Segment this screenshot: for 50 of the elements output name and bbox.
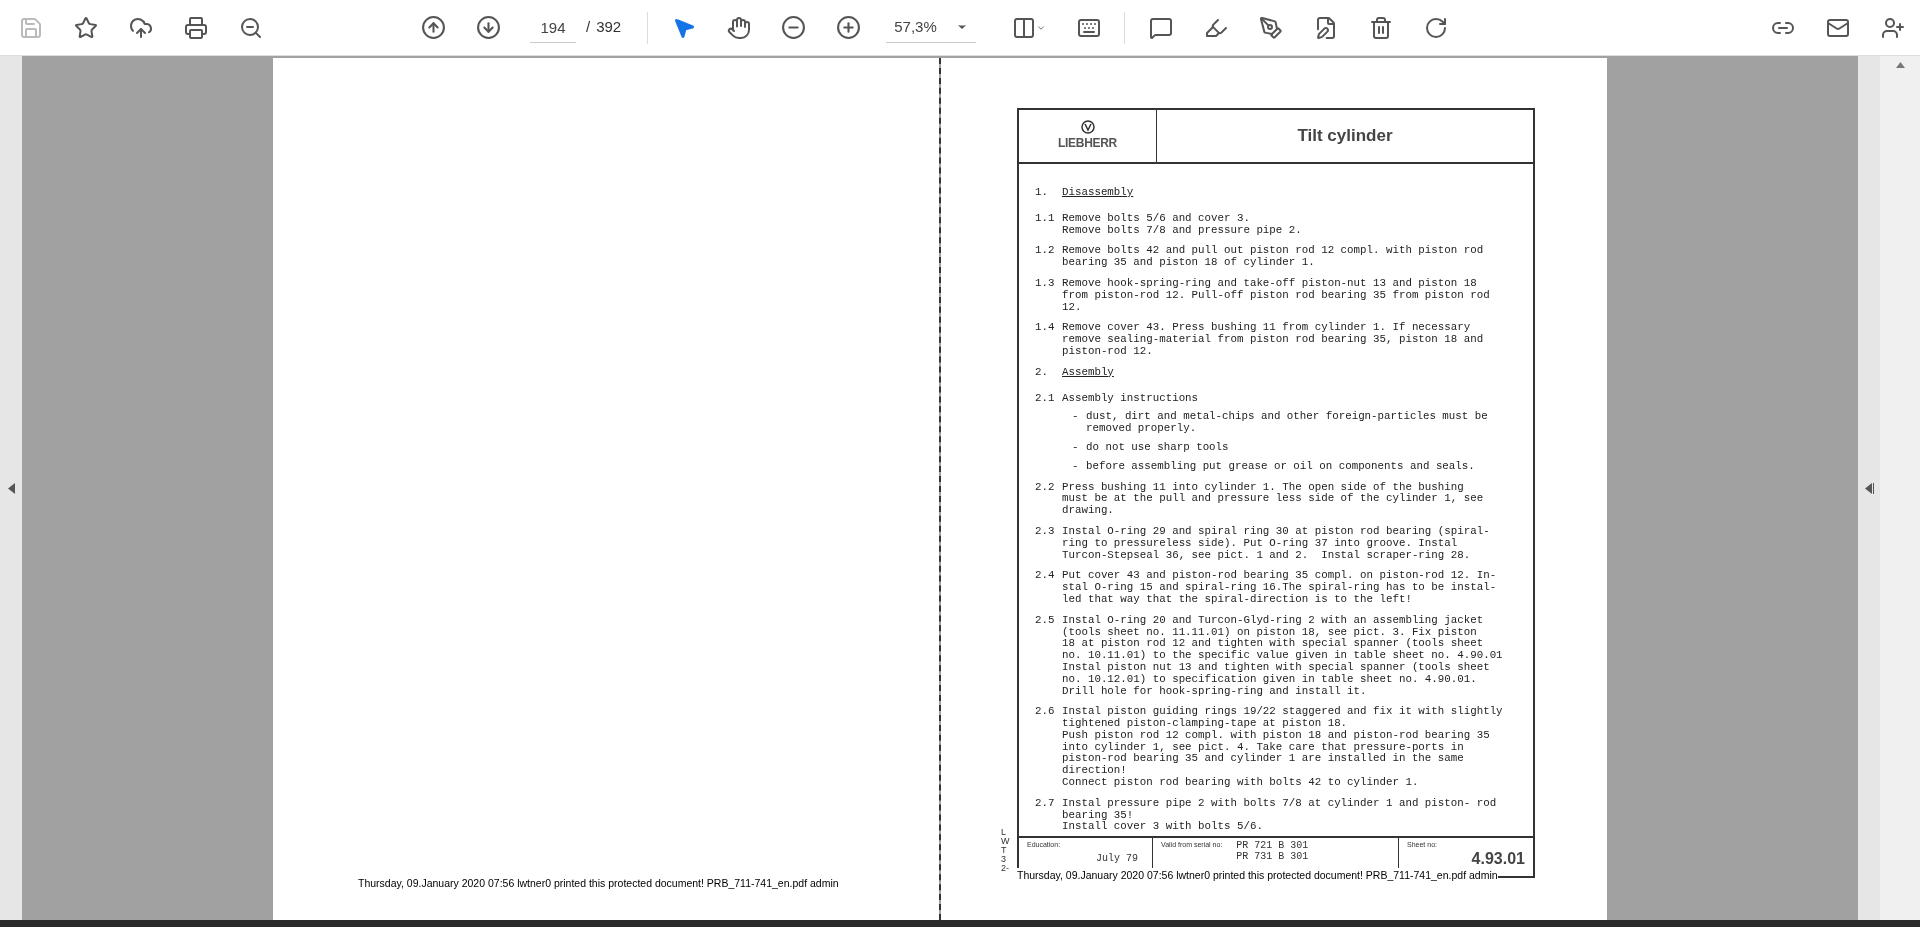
step-number: 2.5 <box>1035 614 1056 628</box>
collapse-right-icon[interactable] <box>1864 482 1874 494</box>
step-text: Assembly instructions <box>1062 392 1200 405</box>
bullet-text: before assembling put grease or oil on components and seals. <box>1086 460 1475 473</box>
step-text: Remove hook-spring-ring and take-off piston-nut 13 and piston 18 from piston-rod 12. Pull-off piston rod bearing 35 from piston rod 12. <box>1062 278 1490 314</box>
zoom-dropdown[interactable]: 57,3% <box>886 12 977 43</box>
bullet-text: dust, dirt and metal-chips and other foreign-particles must be removed properly. <box>1086 411 1488 435</box>
scrollbar[interactable] <box>1880 56 1920 920</box>
bullet-marker: - <box>1072 411 1080 425</box>
bullet-marker: - <box>1072 441 1080 454</box>
print-notice: Thursday, 09.January 2020 07:56 lwtner0 printed this protected document! PRB_711-741_en.pdf admin <box>1017 868 1498 884</box>
step-number: 1.3 <box>1035 278 1056 291</box>
section-number: 2. <box>1035 366 1049 379</box>
step-text: Press bushing 11 into cylinder 1. The open side of the bushing must be at the pull and pressure less side of the cylinder 1, see drawing. <box>1062 481 1484 517</box>
serial-number: PR 721 B 301 <box>1236 840 1309 851</box>
step-text: Instal O-ring 29 and spiral ring 30 at piston rod bearing (spiral- ring to pressureless side). Put O-ring 37 into groove. Instal Turcon-Stepseal 36, see pict. 1 and 2. Instal scraper-ring 28. <box>1062 525 1490 562</box>
step-number: 2.1 <box>1035 392 1056 406</box>
page-total: 392 <box>596 17 622 38</box>
step-number: 2.4 <box>1035 570 1056 584</box>
step-number: 1.1 <box>1035 212 1056 226</box>
step-text: Instal O-ring 20 and Turcon-Glyd-ring 2 with an assembling jacket (tools sheet no. 11.11.01) on piston 18, see pict. 3. Fix piston 18 at piston rod 12 and tighten with special spanner (tools sheet no. 10.11.01) to the specific value given in table sheet no. 4.90.01 Instal piston nut 13 and tighten with special spanner (tools sheet no. 10.12.01) to specification given in table sheet no. 4.90.01. Drill hole for hook-spring-ring and install it. <box>1062 614 1503 698</box>
scroll-up-icon[interactable] <box>1895 62 1905 68</box>
step-text: Remove cover 43. Press bushing 11 from cylinder 1. If necessary remove sealing-material from piston rod bearing 35, piston 18 and piston-rod 12. <box>1062 322 1484 358</box>
step-text: Instal pressure pipe 2 with bolts 7/8 at cylinder 1 and piston- rod bearing 35! Install cover 3 with bolts 5/6. <box>1062 797 1497 834</box>
section-heading: Assembly <box>1062 366 1114 379</box>
sheet-title: Tilt cylinder <box>1297 125 1393 148</box>
side-code: LWT 32- <box>1001 828 1010 873</box>
step-number: 1.4 <box>1035 322 1056 336</box>
logo-emblem-icon <box>1080 120 1095 134</box>
serial-number: PR 731 B 301 <box>1236 851 1309 862</box>
print-notice: Thursday, 09.January 2020 07:56 lwtner0 printed this protected document! PRB_711-741_en.pdf admin <box>358 876 840 892</box>
step-text: Remove bolts 42 and pull out piston rod 12 compl. with piston rod bearing 35 and piston 18 of cylinder 1. <box>1062 245 1484 269</box>
bullet-marker: - <box>1072 460 1080 473</box>
step-number: 2.6 <box>1035 706 1056 720</box>
step-text: Remove bolts 5/6 and cover 3. Remove bolts 7/8 and pressure pipe 2. <box>1062 212 1302 237</box>
step-number: 2.7 <box>1035 797 1056 811</box>
step-number: 2.2 <box>1035 481 1056 495</box>
page-separator: / <box>586 17 591 38</box>
section-number: 1. <box>1035 187 1049 199</box>
bullet-text: do not use sharp tools <box>1086 441 1229 454</box>
step-number: 1.2 <box>1035 245 1056 259</box>
education-value: July 79 <box>1096 851 1139 866</box>
section-heading: Disassembly <box>1062 187 1134 199</box>
step-text: Instal piston guiding rings 19/22 staggered and fix it with slightly tightened piston-clamping-tape at piston 18. Push piston rod 12 compl. with piston 18 and piston-rod bearing 35 into cylinder 1, see pict. 4. Take care that pressure-ports in piston-rod bearing 35 and cylinder 1 are installed in the same direction! Connect piston rod bearing with bolts 42 to cylinder 1. <box>1062 706 1503 789</box>
logo-text: LIEBHERR <box>1058 135 1117 152</box>
expand-left-icon[interactable] <box>7 482 15 494</box>
step-number: 2.3 <box>1035 525 1056 539</box>
sheet-number: 4.93.01 <box>1471 850 1525 867</box>
page-number-field[interactable]: 194 <box>530 12 576 43</box>
step-text: Put cover 43 and piston-rod bearing 35 compl. on piston-rod 12. In- stal O-ring 15 and spiral-ring 16.The spiral-ring has to be instal- led that way that the spiral-direction is to the left! <box>1062 570 1497 606</box>
